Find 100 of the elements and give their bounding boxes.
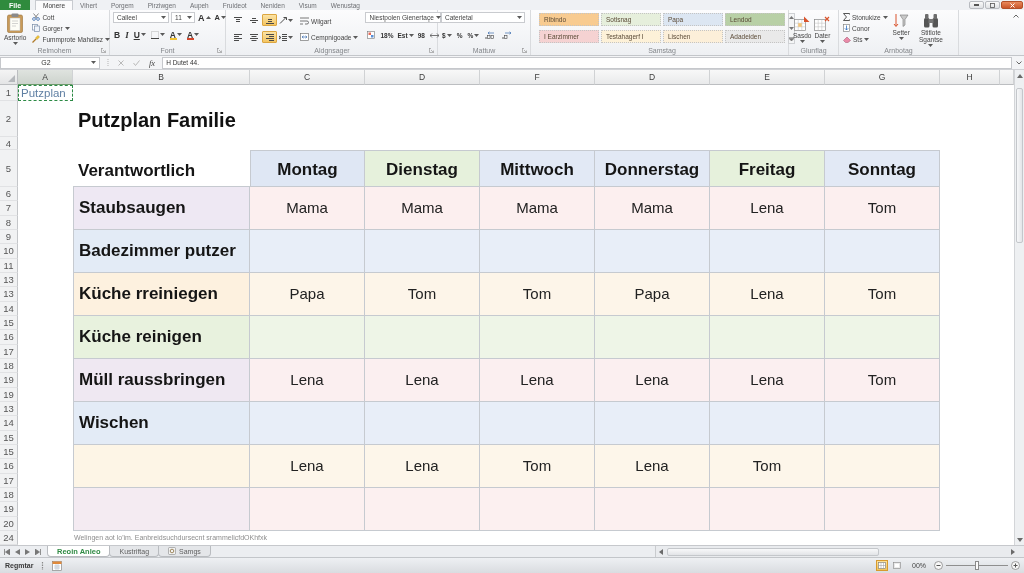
restore-button[interactable]: [985, 1, 1000, 9]
table-cell: Lena: [365, 359, 480, 402]
row-header[interactable]: 5: [0, 150, 18, 187]
align-right-button[interactable]: [262, 31, 277, 43]
zoom-out-icon[interactable]: [934, 561, 943, 570]
caret-icon: [799, 40, 805, 43]
zoom-slider[interactable]: [946, 561, 1008, 570]
caret-icon: [882, 15, 888, 19]
sort-filter-icon: [893, 13, 910, 28]
borders-button[interactable]: [149, 29, 166, 40]
column-header[interactable]: C: [250, 70, 365, 85]
more-icon[interactable]: [789, 37, 794, 41]
column-header[interactable]: B: [73, 70, 250, 85]
scroll-thumb[interactable]: [667, 547, 879, 556]
grow-font-button[interactable]: A: [197, 12, 212, 23]
scroll-up-icon[interactable]: [789, 16, 794, 19]
caret-icon: [91, 61, 96, 64]
underline-button[interactable]: U: [132, 29, 147, 40]
column-header[interactable]: E: [710, 70, 825, 85]
conditional-format-button[interactable]: [365, 29, 378, 41]
indent-button[interactable]: [278, 31, 293, 43]
row-header[interactable]: 10: [0, 244, 18, 259]
italic-button[interactable]: I: [124, 29, 130, 40]
caret-icon: [187, 16, 192, 19]
bold-button[interactable]: B: [113, 29, 122, 40]
row-header[interactable]: 19: [0, 502, 18, 517]
zoom-in-icon[interactable]: [1011, 561, 1020, 570]
table-cell: Mama: [250, 187, 365, 230]
cell-text[interactable]: Putzplan: [18, 85, 73, 101]
dialog-launcher-icon[interactable]: [101, 47, 106, 53]
font-color-button[interactable]: A: [185, 29, 201, 40]
column-header[interactable]: G: [825, 70, 940, 85]
row-header[interactable]: 7: [0, 201, 18, 216]
table-cell: Papa: [595, 273, 710, 316]
dialog-launcher-icon[interactable]: [522, 47, 527, 53]
table-cell: Tom: [825, 273, 940, 316]
down-arrow-icon[interactable]: [1016, 538, 1023, 542]
insert-function-button[interactable]: fx: [149, 57, 156, 68]
caret-icon: [287, 35, 293, 39]
first-arrow-icon[interactable]: [4, 548, 10, 555]
align-top-icon: [233, 16, 242, 24]
caret-icon: [64, 26, 70, 30]
scroll-thumb[interactable]: [1016, 88, 1023, 243]
column-header[interactable]: D: [365, 70, 480, 85]
scroll-down-icon[interactable]: [789, 26, 794, 30]
task-name: Staubsaugen: [73, 187, 250, 230]
check-icon[interactable]: [133, 59, 140, 66]
decimal-increase-icon: [485, 31, 496, 39]
close-button[interactable]: [1001, 1, 1023, 9]
minimize-button[interactable]: [969, 1, 984, 9]
last-arrow-icon[interactable]: [35, 548, 41, 555]
decimal-decrease-icon: [502, 31, 513, 39]
table-cell: Tom: [825, 187, 940, 230]
dialog-launcher-icon[interactable]: [217, 47, 222, 53]
grip-icon: [41, 561, 45, 570]
right-arrow-icon[interactable]: [25, 548, 30, 555]
orientation-button[interactable]: [278, 14, 293, 26]
row-header[interactable]: 19: [0, 373, 18, 388]
column-header[interactable]: H: [940, 70, 1000, 85]
column-header[interactable]: F: [480, 70, 595, 85]
column-header[interactable]: A: [18, 70, 73, 85]
caret-icon: [159, 33, 165, 36]
align-bottom-button[interactable]: [262, 14, 277, 26]
left-arrow-icon[interactable]: [15, 548, 20, 555]
border-icon: [150, 30, 159, 39]
expand-icon[interactable]: [1016, 60, 1022, 65]
row-header[interactable]: 13: [0, 287, 18, 302]
table-cell: Lena: [710, 359, 825, 402]
fill-color-button[interactable]: A: [168, 29, 183, 40]
caret-icon: [474, 33, 480, 37]
vertical-scrollbar[interactable]: [1014, 70, 1024, 545]
row-header[interactable]: 16: [0, 330, 18, 345]
column-header[interactable]: D: [595, 70, 710, 85]
collapse-ribbon-icon[interactable]: [1013, 14, 1019, 18]
row-header[interactable]: 16: [0, 459, 18, 474]
slider-thumb[interactable]: [975, 561, 979, 570]
left-arrow-icon[interactable]: [659, 548, 663, 555]
table-cell: Tom: [710, 445, 825, 488]
dialog-launcher-icon[interactable]: [429, 47, 434, 53]
row-header[interactable]: 14: [0, 416, 18, 431]
day-header: Donnerstag: [595, 150, 710, 187]
diagonal-arrow-icon: [278, 16, 287, 24]
page-layout-button[interactable]: [891, 560, 903, 571]
table-cell: Tom: [365, 273, 480, 316]
caret-icon: [898, 37, 904, 40]
right-arrow-icon[interactable]: [1011, 548, 1015, 555]
row-header[interactable]: 4: [0, 137, 18, 150]
row-header[interactable]: 2: [0, 101, 18, 137]
normal-view-button[interactable]: [876, 560, 888, 571]
day-header: Freitag: [710, 150, 825, 187]
caret-icon: [446, 33, 452, 37]
row-header[interactable]: 1: [0, 85, 18, 101]
up-arrow-icon[interactable]: [1016, 74, 1023, 78]
caret-icon: [864, 37, 870, 41]
table-cell: Mama: [365, 187, 480, 230]
task-name: Wischen: [73, 402, 250, 445]
calendar-icon[interactable]: [52, 560, 63, 571]
page-icon: [893, 562, 901, 569]
caret-icon: [353, 35, 359, 39]
row-header[interactable]: 6: [0, 187, 18, 202]
